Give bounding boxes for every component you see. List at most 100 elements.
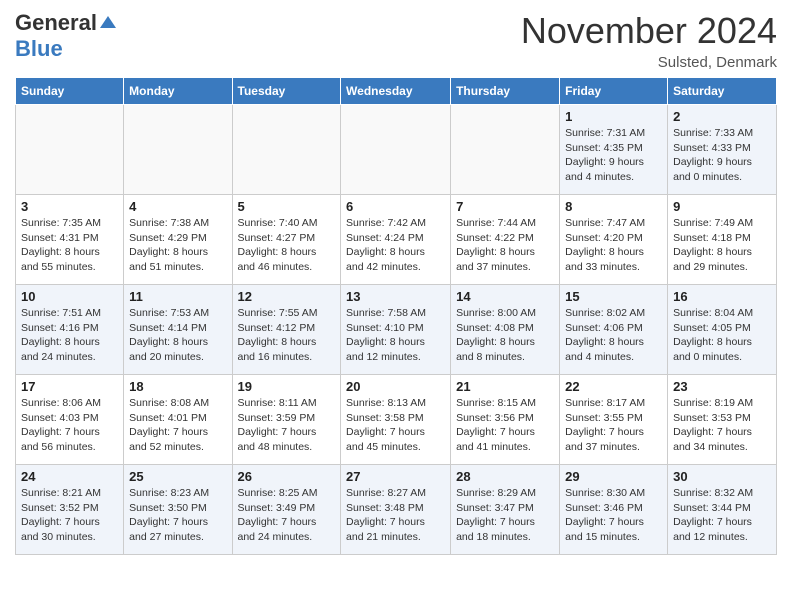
calendar-week-5: 24Sunrise: 8:21 AM Sunset: 3:52 PM Dayli… (16, 465, 777, 555)
calendar-cell: 15Sunrise: 8:02 AM Sunset: 4:06 PM Dayli… (560, 285, 668, 375)
day-info: Sunrise: 7:55 AM Sunset: 4:12 PM Dayligh… (238, 306, 336, 365)
day-info: Sunrise: 8:29 AM Sunset: 3:47 PM Dayligh… (456, 486, 554, 545)
day-info: Sunrise: 8:17 AM Sunset: 3:55 PM Dayligh… (565, 396, 662, 455)
calendar-cell: 14 Sunrise: 8:00 AM Sunset: 4:08 PM Dayli… (451, 285, 560, 375)
logo-icon (99, 14, 117, 32)
day-number: 19 (238, 379, 336, 394)
day-number: 2 (673, 109, 771, 124)
day-number: 21 (456, 379, 554, 394)
day-number: 30 (673, 469, 771, 484)
day-info: Sunrise: 8:02 AM Sunset: 4:06 PM Dayligh… (565, 306, 662, 365)
calendar-cell: 5Sunrise: 7:40 AM Sunset: 4:27 PM Daylig… (232, 195, 341, 285)
day-number: 10 (21, 289, 118, 304)
calendar-cell (16, 105, 124, 195)
day-info: Sunrise: 8:13 AM Sunset: 3:58 PM Dayligh… (346, 396, 445, 455)
calendar-cell: 17 Sunrise: 8:06 AM Sunset: 4:03 PM Dayli… (16, 375, 124, 465)
calendar-week-2: 3 Sunrise: 7:35 AM Sunset: 4:31 PM Daylig… (16, 195, 777, 285)
day-info: Sunrise: 7:35 AM Sunset: 4:31 PM Dayligh… (21, 216, 118, 275)
calendar-cell: 30 Sunrise: 8:32 AM Sunset: 3:44 PM Dayli… (668, 465, 777, 555)
calendar-cell (232, 105, 341, 195)
calendar-cell: 26 Sunrise: 8:25 AM Sunset: 3:49 PM Dayli… (232, 465, 341, 555)
day-number: 29 (565, 469, 662, 484)
calendar-cell: 23Sunrise: 8:19 AM Sunset: 3:53 PM Dayli… (668, 375, 777, 465)
day-info: Sunrise: 8:25 AM Sunset: 3:49 PM Dayligh… (238, 486, 336, 545)
logo-general-text: General (15, 10, 97, 36)
day-number: 12 (238, 289, 336, 304)
calendar-body: 1 Sunrise: 7:31 AM Sunset: 4:35 PM Daylig… (16, 105, 777, 555)
calendar-cell: 1 Sunrise: 7:31 AM Sunset: 4:35 PM Daylig… (560, 105, 668, 195)
day-number: 22 (565, 379, 662, 394)
calendar-cell (124, 105, 232, 195)
day-number: 8 (565, 199, 662, 214)
day-info: Sunrise: 7:31 AM Sunset: 4:35 PM Dayligh… (565, 126, 662, 185)
day-number: 13 (346, 289, 445, 304)
day-number: 28 (456, 469, 554, 484)
calendar-cell: 8 Sunrise: 7:47 AM Sunset: 4:20 PM Daylig… (560, 195, 668, 285)
weekday-header-friday: Friday (560, 78, 668, 105)
month-title: November 2024 (521, 10, 777, 52)
calendar-cell: 24Sunrise: 8:21 AM Sunset: 3:52 PM Dayli… (16, 465, 124, 555)
weekday-header-sunday: Sunday (16, 78, 124, 105)
calendar-cell: 13 Sunrise: 7:58 AM Sunset: 4:10 PM Dayli… (341, 285, 451, 375)
day-info: Sunrise: 8:11 AM Sunset: 3:59 PM Dayligh… (238, 396, 336, 455)
calendar-week-3: 10 Sunrise: 7:51 AM Sunset: 4:16 PM Dayli… (16, 285, 777, 375)
day-number: 23 (673, 379, 771, 394)
day-info: Sunrise: 7:42 AM Sunset: 4:24 PM Dayligh… (346, 216, 445, 275)
calendar-cell: 9 Sunrise: 7:49 AM Sunset: 4:18 PM Daylig… (668, 195, 777, 285)
logo: General Blue (15, 10, 117, 62)
calendar-cell: 18 Sunrise: 8:08 AM Sunset: 4:01 PM Dayli… (124, 375, 232, 465)
day-info: Sunrise: 8:27 AM Sunset: 3:48 PM Dayligh… (346, 486, 445, 545)
day-info: Sunrise: 7:49 AM Sunset: 4:18 PM Dayligh… (673, 216, 771, 275)
calendar-header: SundayMondayTuesdayWednesdayThursdayFrid… (16, 78, 777, 105)
day-info: Sunrise: 8:23 AM Sunset: 3:50 PM Dayligh… (129, 486, 226, 545)
title-section: November 2024 Sulsted, Denmark (521, 10, 777, 71)
day-number: 6 (346, 199, 445, 214)
day-info: Sunrise: 7:44 AM Sunset: 4:22 PM Dayligh… (456, 216, 554, 275)
day-info: Sunrise: 7:33 AM Sunset: 4:33 PM Dayligh… (673, 126, 771, 185)
day-number: 1 (565, 109, 662, 124)
weekday-header-saturday: Saturday (668, 78, 777, 105)
day-info: Sunrise: 8:06 AM Sunset: 4:03 PM Dayligh… (21, 396, 118, 455)
day-number: 9 (673, 199, 771, 214)
calendar-cell (451, 105, 560, 195)
day-info: Sunrise: 8:21 AM Sunset: 3:52 PM Dayligh… (21, 486, 118, 545)
calendar-cell: 7 Sunrise: 7:44 AM Sunset: 4:22 PM Daylig… (451, 195, 560, 285)
weekday-header-wednesday: Wednesday (341, 78, 451, 105)
day-number: 16 (673, 289, 771, 304)
calendar-cell: 10 Sunrise: 7:51 AM Sunset: 4:16 PM Dayli… (16, 285, 124, 375)
day-number: 27 (346, 469, 445, 484)
calendar-cell: 20 Sunrise: 8:13 AM Sunset: 3:58 PM Dayli… (341, 375, 451, 465)
calendar-cell: 29 Sunrise: 8:30 AM Sunset: 3:46 PM Dayli… (560, 465, 668, 555)
calendar-cell: 21Sunrise: 8:15 AM Sunset: 3:56 PM Dayli… (451, 375, 560, 465)
day-info: Sunrise: 8:00 AM Sunset: 4:08 PM Dayligh… (456, 306, 554, 365)
calendar-table: SundayMondayTuesdayWednesdayThursdayFrid… (15, 77, 777, 555)
day-number: 26 (238, 469, 336, 484)
day-number: 7 (456, 199, 554, 214)
day-info: Sunrise: 8:04 AM Sunset: 4:05 PM Dayligh… (673, 306, 771, 365)
day-number: 18 (129, 379, 226, 394)
day-number: 3 (21, 199, 118, 214)
calendar-cell: 16 Sunrise: 8:04 AM Sunset: 4:05 PM Dayli… (668, 285, 777, 375)
calendar-cell: 25 Sunrise: 8:23 AM Sunset: 3:50 PM Dayli… (124, 465, 232, 555)
day-info: Sunrise: 7:51 AM Sunset: 4:16 PM Dayligh… (21, 306, 118, 365)
day-number: 25 (129, 469, 226, 484)
calendar-cell: 27 Sunrise: 8:27 AM Sunset: 3:48 PM Dayli… (341, 465, 451, 555)
day-number: 14 (456, 289, 554, 304)
day-info: Sunrise: 7:47 AM Sunset: 4:20 PM Dayligh… (565, 216, 662, 275)
calendar-cell: 12 Sunrise: 7:55 AM Sunset: 4:12 PM Dayli… (232, 285, 341, 375)
calendar-cell: 28 Sunrise: 8:29 AM Sunset: 3:47 PM Dayli… (451, 465, 560, 555)
day-number: 17 (21, 379, 118, 394)
day-info: Sunrise: 8:32 AM Sunset: 3:44 PM Dayligh… (673, 486, 771, 545)
day-number: 20 (346, 379, 445, 394)
weekday-row: SundayMondayTuesdayWednesdayThursdayFrid… (16, 78, 777, 105)
calendar-cell (341, 105, 451, 195)
calendar-week-1: 1 Sunrise: 7:31 AM Sunset: 4:35 PM Daylig… (16, 105, 777, 195)
day-info: Sunrise: 7:53 AM Sunset: 4:14 PM Dayligh… (129, 306, 226, 365)
day-info: Sunrise: 7:58 AM Sunset: 4:10 PM Dayligh… (346, 306, 445, 365)
page-header: General Blue November 2024 Sulsted, Denm… (15, 10, 777, 71)
day-info: Sunrise: 8:08 AM Sunset: 4:01 PM Dayligh… (129, 396, 226, 455)
calendar-cell: 6 Sunrise: 7:42 AM Sunset: 4:24 PM Daylig… (341, 195, 451, 285)
day-number: 11 (129, 289, 226, 304)
day-info: Sunrise: 8:30 AM Sunset: 3:46 PM Dayligh… (565, 486, 662, 545)
calendar-cell: 2 Sunrise: 7:33 AM Sunset: 4:33 PM Daylig… (668, 105, 777, 195)
